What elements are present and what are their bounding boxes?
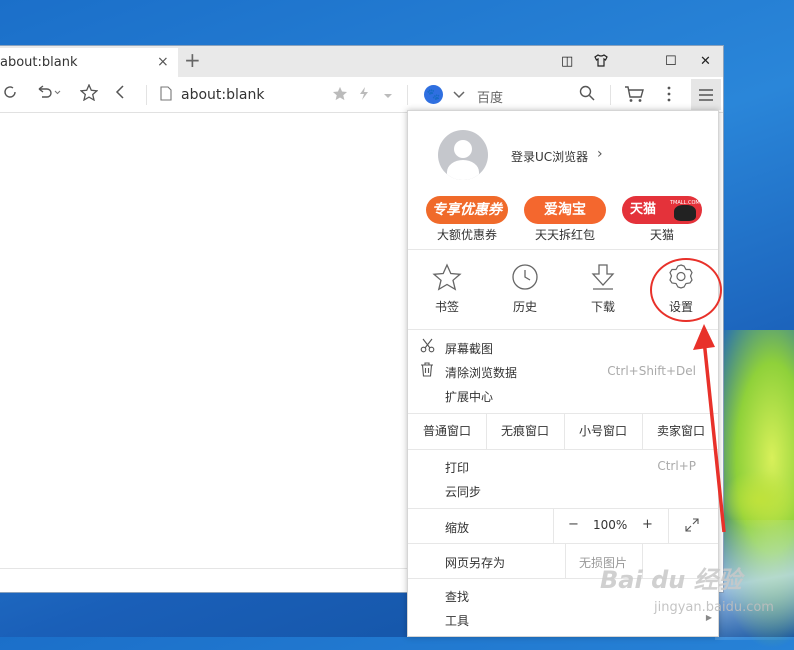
zoom-divider xyxy=(668,508,669,543)
main-menu-dropdown: 登录UC浏览器 › 专享优惠券 大额优惠券 爱淘宝 天天拆红包 天猫 TMALL… xyxy=(407,110,719,637)
tab-title: about:blank xyxy=(0,55,78,70)
menu-print[interactable]: 打印 xyxy=(445,459,469,476)
menu-find[interactable]: 查找 xyxy=(445,588,469,605)
address-bar[interactable]: about:blank xyxy=(181,87,264,103)
page-icon xyxy=(160,86,172,106)
bookmark-star-icon[interactable] xyxy=(332,86,348,106)
zoom-label: 缩放 xyxy=(445,521,470,535)
window-close-icon[interactable]: ✕ xyxy=(700,54,711,69)
downloads-label: 下载 xyxy=(590,300,615,314)
avatar-head xyxy=(454,140,472,158)
menu-divider xyxy=(408,543,718,544)
menu-extensions[interactable]: 扩展中心 xyxy=(445,388,493,405)
chevron-right-icon: › xyxy=(597,146,603,162)
search-icon[interactable] xyxy=(579,85,595,106)
annotation-arrow xyxy=(693,324,726,533)
tab-bar: about:blank × + ◫ ☐ ✕ xyxy=(0,46,723,77)
search-input[interactable]: 百度 xyxy=(477,87,503,106)
url-divider xyxy=(146,85,147,105)
maximize-icon[interactable]: ☐ xyxy=(665,54,677,69)
skin-icon[interactable] xyxy=(594,54,608,71)
menu-divider xyxy=(408,508,718,509)
bookmarks-button[interactable]: 书签 xyxy=(408,259,486,319)
avatar-body xyxy=(447,160,479,180)
promo-taobao-label[interactable]: 天天拆红包 xyxy=(515,226,615,243)
zoom-in-button[interactable]: + xyxy=(642,517,653,532)
menu-save-as[interactable]: 网页另存为 xyxy=(445,554,505,571)
menu-normal-window[interactable]: 普通窗口 xyxy=(408,414,486,449)
menu-divider xyxy=(408,249,718,250)
zoom-out-button[interactable]: − xyxy=(568,517,579,532)
promo-tmall-text: 天猫 xyxy=(630,202,657,217)
main-menu-button[interactable] xyxy=(691,79,721,110)
menu-screenshot[interactable]: 屏幕截图 xyxy=(445,340,493,357)
favorite-star-icon[interactable] xyxy=(79,83,99,106)
promo-coupon-label[interactable]: 大额优惠券 xyxy=(417,226,517,243)
menu-incognito-window[interactable]: 无痕窗口 xyxy=(486,414,564,449)
zoom-value: 100% xyxy=(593,518,628,532)
menu-small-window[interactable]: 小号窗口 xyxy=(564,414,642,449)
lightning-icon[interactable] xyxy=(358,86,370,106)
cart-icon[interactable] xyxy=(624,85,644,108)
menu-sync[interactable]: 云同步 xyxy=(445,483,481,500)
download-icon xyxy=(591,264,615,290)
promo-taobao-badge[interactable]: 爱淘宝 xyxy=(524,196,606,224)
baidu-paw-icon[interactable]: 🐾 xyxy=(424,85,443,104)
undo-icon[interactable] xyxy=(36,84,62,105)
bookmarks-label: 书签 xyxy=(434,300,459,314)
search-divider xyxy=(407,85,408,105)
promo-coupon-badge[interactable]: 专享优惠券 xyxy=(426,196,508,224)
watermark-logo: Bai du 经验 xyxy=(600,566,742,594)
annotation-circle xyxy=(650,258,722,322)
promo-tmall-label[interactable]: 天猫 xyxy=(612,226,712,243)
back-icon[interactable] xyxy=(114,84,126,105)
toolbar: about:blank 🐾 百度 xyxy=(0,77,723,113)
downloads-button[interactable]: 下载 xyxy=(564,259,642,319)
zoom-divider xyxy=(553,508,554,543)
scissors-icon xyxy=(420,338,435,357)
toolbar-divider xyxy=(610,85,611,105)
menu-divider xyxy=(408,329,718,330)
tab-about-blank[interactable]: about:blank × xyxy=(0,48,178,77)
clock-icon xyxy=(512,264,538,290)
login-link[interactable]: 登录UC浏览器 xyxy=(511,148,588,165)
save-divider xyxy=(565,543,566,578)
avatar[interactable] xyxy=(438,130,488,180)
tab-close-icon[interactable]: × xyxy=(157,54,169,70)
more-vertical-icon[interactable] xyxy=(667,85,671,108)
watermark-url: jingyan.baidu.com xyxy=(654,600,774,615)
history-label: 历史 xyxy=(512,300,537,314)
compact-mode-icon[interactable]: ◫ xyxy=(561,54,573,69)
menu-tools[interactable]: 工具 xyxy=(445,612,469,629)
star-icon xyxy=(432,263,462,291)
search-engine-chevron-icon[interactable] xyxy=(452,86,466,106)
clear-data-shortcut: Ctrl+Shift+Del xyxy=(607,364,696,378)
window-mode-row: 普通窗口 无痕窗口 小号窗口 卖家窗口 xyxy=(408,413,718,450)
trash-icon xyxy=(420,362,434,381)
refresh-icon[interactable] xyxy=(2,84,18,105)
promo-tmall-badge[interactable]: 天猫 TMALL.COM xyxy=(622,196,702,224)
menu-clear-data[interactable]: 清除浏览数据 xyxy=(445,364,517,381)
tmall-cat-icon xyxy=(674,205,696,221)
dropdown-arrow-icon[interactable] xyxy=(383,86,393,106)
new-tab-button[interactable]: + xyxy=(184,49,201,71)
history-button[interactable]: 历史 xyxy=(486,259,564,319)
page-content-bottom-line xyxy=(0,568,410,569)
